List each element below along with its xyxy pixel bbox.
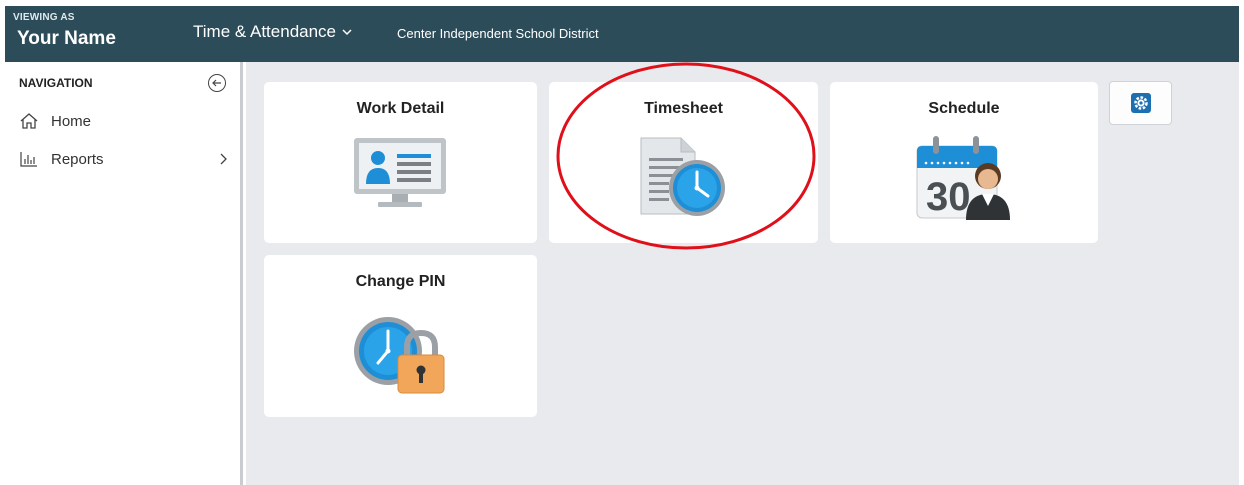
app-name: Time & Attendance: [193, 22, 337, 41]
chevron-right-icon: [220, 153, 227, 165]
tile-work-detail[interactable]: Work Detail: [264, 82, 537, 243]
calendar-person-icon: 30: [916, 136, 1010, 220]
calendar-day-number: 30: [926, 175, 971, 219]
chevron-down-icon: [342, 29, 352, 36]
timesheet-clock-icon: [640, 137, 725, 216]
navigation-title: NAVIGATION: [19, 76, 93, 90]
settings-button[interactable]: [1109, 81, 1172, 125]
sidebar-item-label: Reports: [51, 150, 104, 168]
bar-chart-icon: [20, 152, 37, 167]
app-switcher[interactable]: Time & Attendance: [193, 22, 352, 42]
id-card-monitor-icon: [354, 138, 446, 207]
top-header: VIEWING AS Your Name Time & Attendance C…: [5, 6, 1239, 62]
home-icon: [20, 113, 38, 129]
gear-icon: [1131, 93, 1151, 113]
sidebar-item-label: Home: [51, 112, 92, 130]
tile-title: Work Detail: [356, 100, 445, 117]
clock-lock-icon: [354, 317, 445, 394]
sidebar: NAVIGATION Home Reports: [5, 62, 243, 485]
main-content: Work Detail Timesheet Schedule 30 Change…: [246, 62, 1239, 485]
tile-title: Timesheet: [644, 100, 723, 117]
tile-title: Change PIN: [355, 273, 446, 290]
viewing-as-label: VIEWING AS: [13, 12, 75, 23]
tile-schedule[interactable]: Schedule 30: [830, 82, 1098, 243]
collapse-sidebar-icon[interactable]: [207, 73, 227, 93]
tile-change-pin[interactable]: Change PIN: [264, 255, 537, 417]
tile-timesheet[interactable]: Timesheet: [549, 82, 818, 243]
sidebar-item-reports[interactable]: Reports: [19, 147, 231, 171]
user-name[interactable]: Your Name: [17, 28, 116, 50]
district-name: Center Independent School District: [397, 26, 599, 41]
tile-title: Schedule: [928, 100, 1000, 117]
sidebar-item-home[interactable]: Home: [19, 109, 231, 133]
